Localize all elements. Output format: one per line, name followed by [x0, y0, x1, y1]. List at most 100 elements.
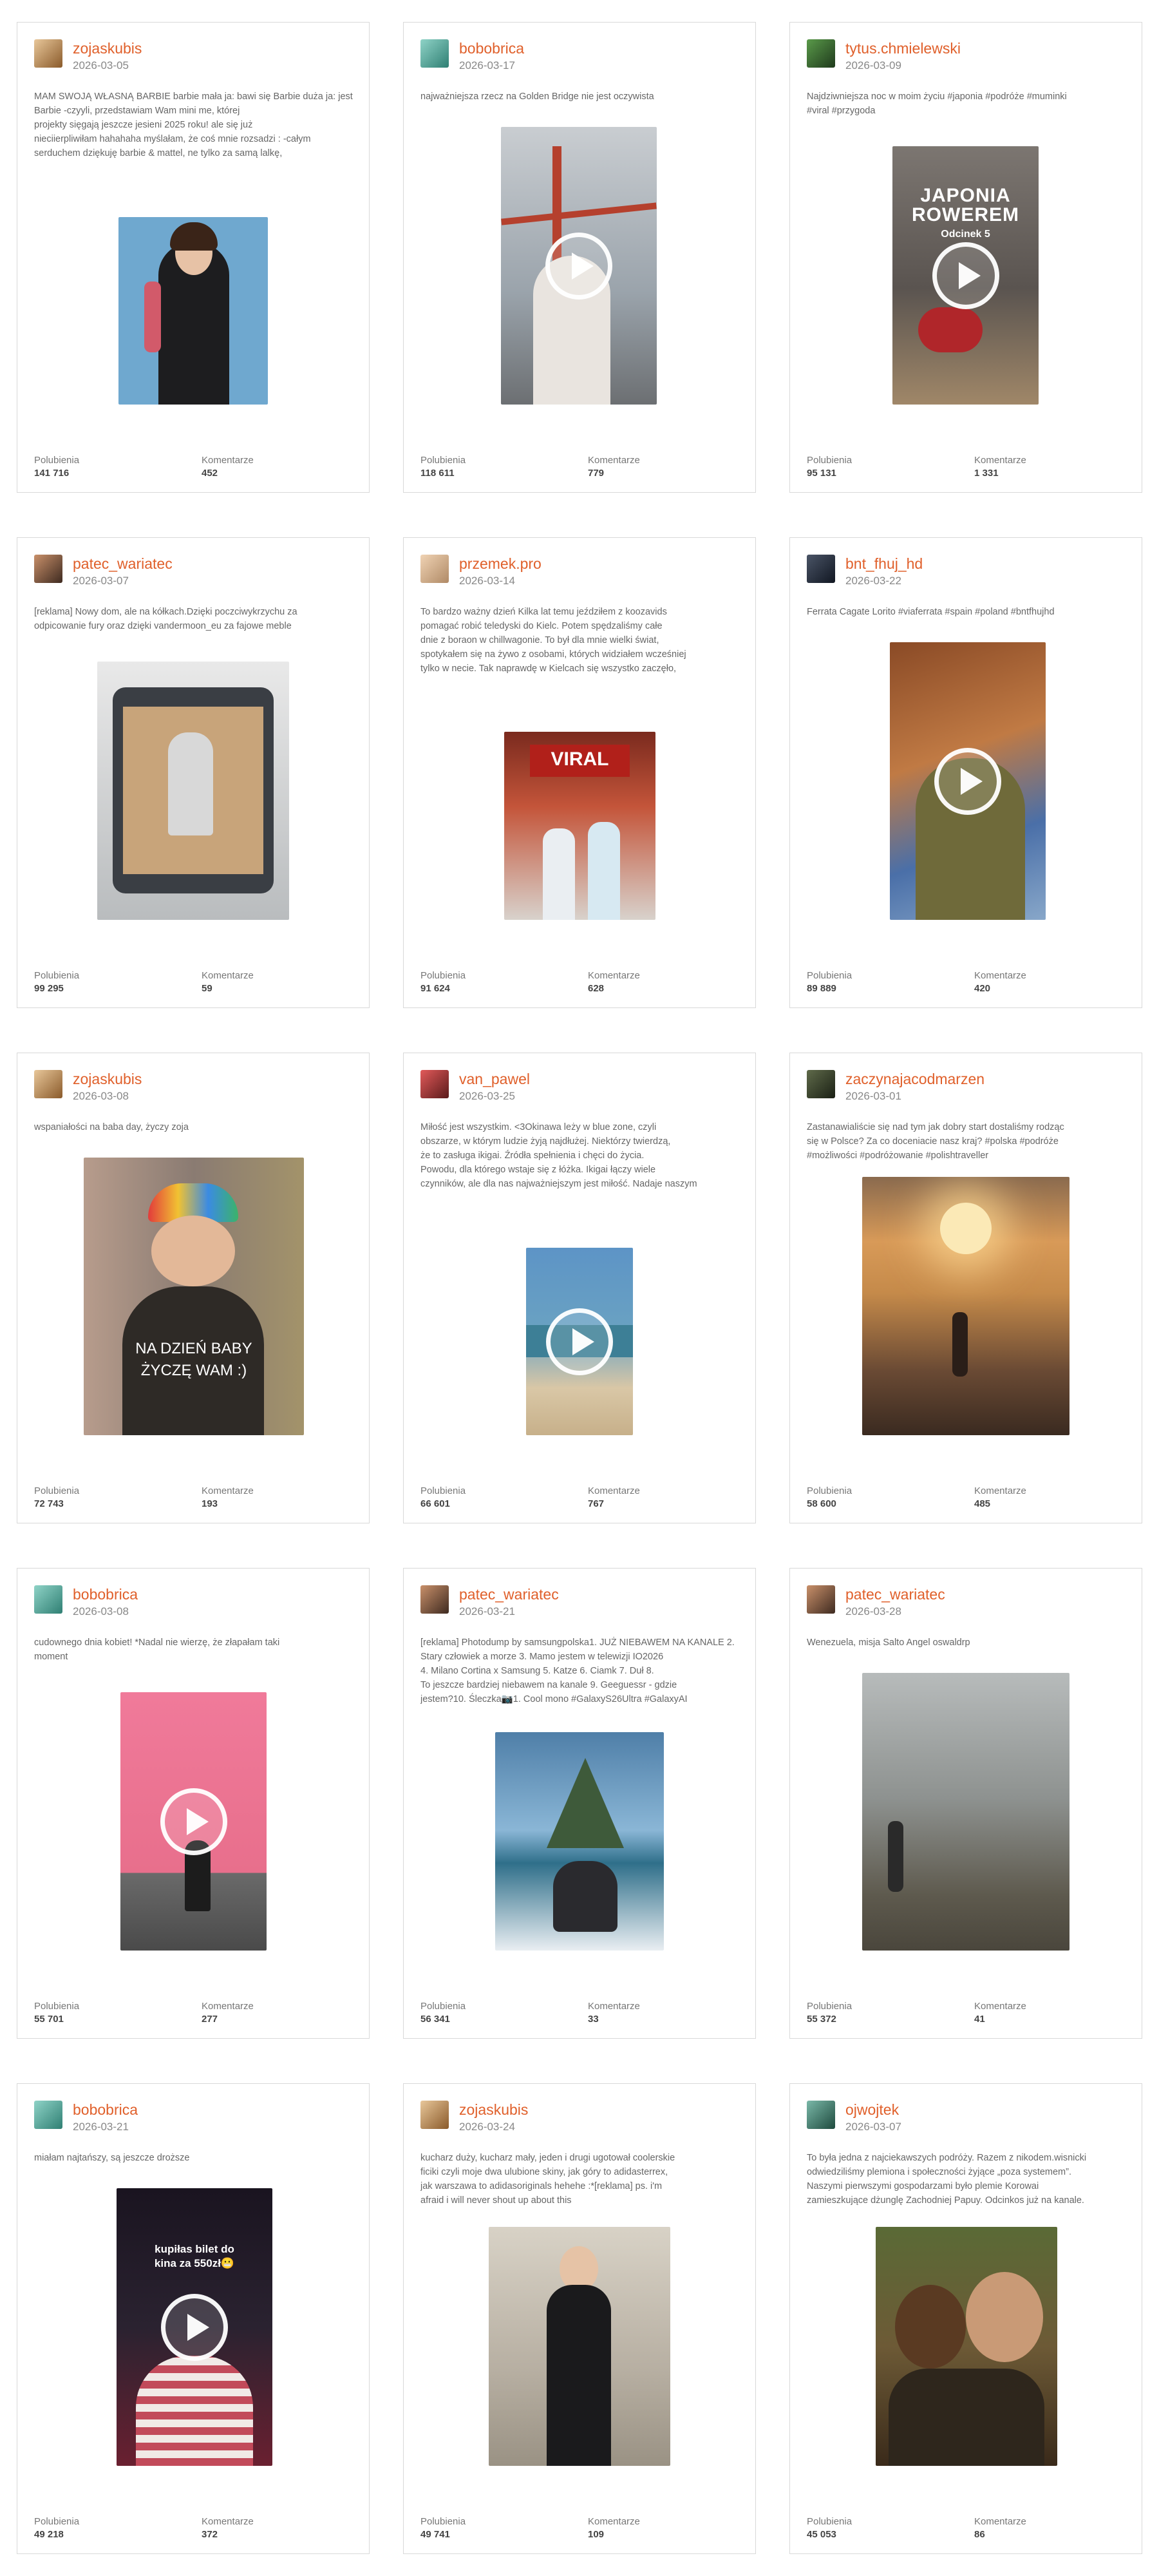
- username-link[interactable]: van_pawel: [459, 1070, 530, 1088]
- username-link[interactable]: bobobrica: [73, 1585, 138, 1603]
- post-card[interactable]: patec_wariatec 2026-03-21 [reklama] Phot…: [403, 1568, 756, 2039]
- post-image[interactable]: VIRAL: [504, 732, 655, 920]
- avatar[interactable]: [34, 39, 62, 68]
- avatar[interactable]: [420, 555, 449, 583]
- username-link[interactable]: patec_wariatec: [845, 1585, 945, 1603]
- video-overlay-subtitle: Odcinek 5: [941, 229, 990, 240]
- post-caption: Ferrata Cagate Lorito #viaferrata #spain…: [807, 607, 1055, 617]
- post-grid: zojaskubis 2026-03-05 MAM SWOJĄ WŁASNĄ B…: [17, 22, 1142, 2554]
- post-video[interactable]: [526, 1248, 633, 1435]
- post-image[interactable]: [862, 1673, 1069, 1951]
- post-card[interactable]: ojwojtek 2026-03-07 To była jedna z najc…: [789, 2083, 1142, 2554]
- post-date: 2026-03-21: [459, 1605, 515, 1617]
- play-icon[interactable]: [934, 747, 1001, 815]
- post-card[interactable]: patec_wariatec 2026-03-28 Wenezuela, mis…: [789, 1568, 1142, 2039]
- likes-label: Polubienia: [807, 1485, 853, 1496]
- avatar[interactable]: [807, 2101, 835, 2129]
- username-link[interactable]: bobobrica: [459, 39, 524, 57]
- post-video[interactable]: [890, 642, 1046, 920]
- post-image[interactable]: [118, 217, 268, 405]
- comments-label: Komentarze: [974, 455, 1026, 466]
- play-icon[interactable]: [546, 1308, 613, 1375]
- post-card[interactable]: tytus.chmielewski 2026-03-09 Najdziwniej…: [789, 22, 1142, 493]
- username-link[interactable]: przemek.pro: [459, 555, 542, 573]
- avatar[interactable]: [420, 1585, 449, 1614]
- post-card[interactable]: van_pawel 2026-03-25 Miłość jest wszystk…: [403, 1053, 756, 1523]
- avatar[interactable]: [34, 1585, 62, 1614]
- post-stats: Polubienia 55 701 Komentarze 277: [34, 2000, 369, 2026]
- post-image[interactable]: [862, 1177, 1069, 1435]
- post-header: zaczynajacodmarzen 2026-03-01: [807, 1070, 985, 1103]
- post-card[interactable]: patec_wariatec 2026-03-07 [reklama] Nowy…: [17, 537, 370, 1008]
- post-card[interactable]: zojaskubis 2026-03-08 wspaniałości na ba…: [17, 1053, 370, 1523]
- comments-label: Komentarze: [588, 2516, 640, 2527]
- username-link[interactable]: zaczynajacodmarzen: [845, 1070, 985, 1088]
- post-caption: Zastanawialiście się nad tym jak dobry s…: [807, 1122, 1064, 1161]
- post-stats: Polubienia 55 372 Komentarze 41: [807, 2000, 1142, 2026]
- avatar[interactable]: [807, 555, 835, 583]
- username-link[interactable]: zojaskubis: [73, 39, 142, 57]
- post-caption: To była jedna z najciekawszych podróży. …: [807, 2153, 1087, 2206]
- username-link[interactable]: zojaskubis: [459, 2101, 528, 2119]
- play-icon[interactable]: [932, 242, 999, 309]
- username-link[interactable]: tytus.chmielewski: [845, 39, 961, 57]
- post-card[interactable]: bnt_fhuj_hd 2026-03-22 Ferrata Cagate Lo…: [789, 537, 1142, 1008]
- post-card[interactable]: zojaskubis 2026-03-05 MAM SWOJĄ WŁASNĄ B…: [17, 22, 370, 493]
- post-card[interactable]: zaczynajacodmarzen 2026-03-01 Zastanawia…: [789, 1053, 1142, 1523]
- comments-label: Komentarze: [588, 1485, 640, 1496]
- post-caption: kucharz duży, kucharz mały, jeden i drug…: [420, 2153, 675, 2206]
- likes-label: Polubienia: [34, 455, 80, 466]
- post-header: zojaskubis 2026-03-24: [420, 2101, 528, 2134]
- post-date: 2026-03-22: [845, 575, 901, 587]
- play-icon[interactable]: [160, 1788, 227, 1855]
- post-caption: wspaniałości na baba day, życzy zoja: [34, 1122, 189, 1132]
- comments-count: 193: [202, 1498, 218, 1509]
- post-stats: Polubienia 72 743 Komentarze 193: [34, 1485, 369, 1511]
- post-video[interactable]: [120, 1692, 267, 1951]
- post-card[interactable]: bobobrica 2026-03-17 najważniejsza rzecz…: [403, 22, 756, 493]
- username-link[interactable]: bobobrica: [73, 2101, 138, 2119]
- avatar[interactable]: [807, 39, 835, 68]
- avatar[interactable]: [420, 39, 449, 68]
- play-icon[interactable]: [161, 2293, 228, 2361]
- post-stats: Polubienia 56 341 Komentarze 33: [420, 2000, 755, 2026]
- post-header: bobobrica 2026-03-21: [34, 2101, 138, 2134]
- image-overlay-text: NA DZIEŃ BABY ŻYCZĘ WAM :): [135, 1340, 252, 1379]
- comments-count: 372: [202, 2529, 218, 2540]
- post-video[interactable]: kupiłas bilet do kina za 550zł😬: [117, 2188, 272, 2466]
- post-image[interactable]: NA DZIEŃ BABY ŻYCZĘ WAM :): [84, 1158, 304, 1435]
- avatar[interactable]: [420, 1070, 449, 1098]
- likes-count: 91 624: [420, 983, 450, 994]
- post-image[interactable]: [876, 2227, 1057, 2466]
- post-card[interactable]: bobobrica 2026-03-21 miałam najtańszy, s…: [17, 2083, 370, 2554]
- comments-label: Komentarze: [974, 1485, 1026, 1496]
- avatar[interactable]: [420, 2101, 449, 2129]
- username-link[interactable]: bnt_fhuj_hd: [845, 555, 923, 573]
- post-image[interactable]: [489, 2227, 670, 2466]
- username-link[interactable]: zojaskubis: [73, 1070, 142, 1088]
- likes-count: 141 716: [34, 468, 70, 479]
- post-image[interactable]: [97, 662, 289, 920]
- post-date: 2026-03-01: [845, 1090, 901, 1102]
- post-stats: Polubienia 91 624 Komentarze 628: [420, 969, 755, 995]
- comments-label: Komentarze: [202, 970, 254, 981]
- username-link[interactable]: patec_wariatec: [73, 555, 173, 573]
- post-card[interactable]: przemek.pro 2026-03-14 To bardzo ważny d…: [403, 537, 756, 1008]
- play-icon[interactable]: [545, 232, 612, 300]
- post-card[interactable]: zojaskubis 2026-03-24 kucharz duży, kuch…: [403, 2083, 756, 2554]
- likes-label: Polubienia: [420, 2001, 466, 2012]
- avatar[interactable]: [34, 1070, 62, 1098]
- avatar[interactable]: [807, 1070, 835, 1098]
- avatar[interactable]: [34, 2101, 62, 2129]
- avatar[interactable]: [807, 1585, 835, 1614]
- post-video[interactable]: [501, 127, 657, 405]
- post-image[interactable]: [495, 1732, 664, 1951]
- post-caption: [reklama] Nowy dom, ale na kółkach.Dzięk…: [34, 607, 297, 631]
- likes-label: Polubienia: [420, 2516, 466, 2527]
- username-link[interactable]: patec_wariatec: [459, 1585, 559, 1603]
- post-card[interactable]: bobobrica 2026-03-08 cudownego dnia kobi…: [17, 1568, 370, 2039]
- post-video[interactable]: JAPONIA ROWEREM Odcinek 5: [892, 146, 1039, 405]
- likes-count: 72 743: [34, 1498, 64, 1509]
- avatar[interactable]: [34, 555, 62, 583]
- username-link[interactable]: ojwojtek: [845, 2101, 901, 2119]
